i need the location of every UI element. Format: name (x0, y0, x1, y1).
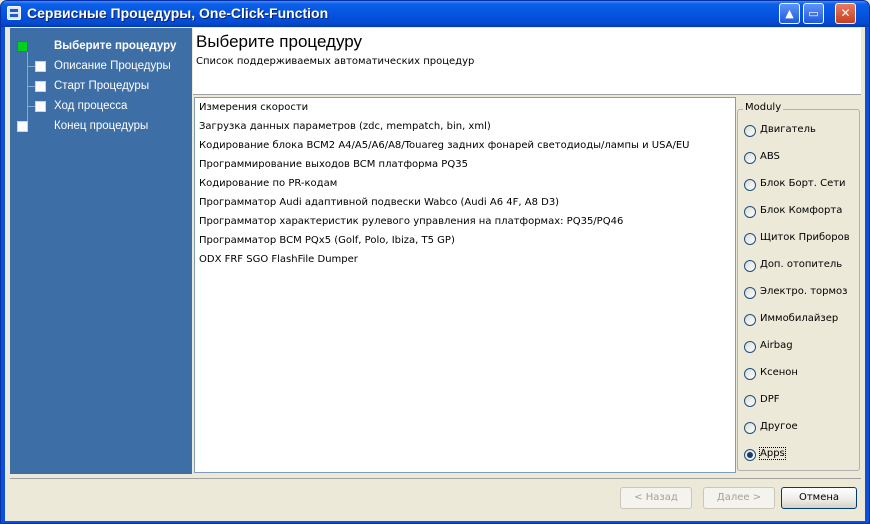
wizard-window: Сервисные Процедуры, One-Click-Function … (0, 0, 870, 524)
step-label: Старт Процедуры (54, 80, 150, 92)
radio-label[interactable]: Двигатель (760, 124, 816, 135)
header-divider (193, 94, 861, 95)
radio-label[interactable]: Другое (760, 421, 798, 432)
moduly-radio[interactable]: DPF (744, 393, 858, 409)
wizard-step: Конец процедуры (10, 117, 192, 137)
procedure-list-item[interactable]: Программатор Audi адаптивной подвески Wa… (199, 197, 559, 215)
radio-label[interactable]: Доп. отопитель (760, 259, 842, 270)
procedure-list-item[interactable]: ODX FRF SGO FlashFile Dumper (199, 254, 358, 272)
moduly-radio[interactable]: Другое (744, 420, 858, 436)
moduly-radio[interactable]: Ксенон (744, 366, 858, 382)
moduly-legend: Moduly (743, 102, 784, 113)
step-connector (27, 106, 35, 107)
radio-label[interactable]: ABS (760, 151, 780, 162)
procedure-list-item[interactable]: Измерения скорости (199, 102, 308, 120)
page-title: Выберите процедуру (196, 32, 363, 51)
radio-label[interactable]: Ксенон (760, 367, 798, 378)
procedure-list-item[interactable]: Загрузка данных параметров (zdc, mempatc… (199, 121, 491, 139)
radio-dot[interactable] (744, 233, 756, 245)
radio-label[interactable]: Иммобилайзер (760, 313, 838, 324)
step-label: Описание Процедуры (54, 60, 171, 72)
moduly-radio[interactable]: Блок Борт. Сети (744, 177, 858, 193)
footer-divider (10, 478, 861, 479)
moduly-group: Moduly Двигатель ABS Блок Борт. Сети Блок К… (737, 102, 860, 471)
radio-label[interactable]: Apps (759, 447, 786, 460)
back-button[interactable]: < Назад (620, 487, 692, 509)
step-connector (27, 86, 35, 87)
procedure-list-item[interactable]: Программирование выходов BCM платформа P… (199, 159, 468, 177)
radio-dot[interactable] (744, 260, 756, 272)
wizard-step: Ход процесса (10, 97, 192, 117)
radio-dot[interactable] (744, 368, 756, 380)
procedure-list-item[interactable]: Кодирование по PR-кодам (199, 178, 337, 196)
step-label: Выберите процедуру (54, 40, 177, 52)
radio-label[interactable]: Airbag (760, 340, 793, 351)
client-area: Выберите процедуру Описание Процедуры Стар… (5, 27, 865, 521)
step-label: Конец процедуры (54, 120, 149, 132)
cancel-button[interactable]: Отмена (781, 487, 857, 509)
window-title: Сервисные Процедуры, One-Click-Function (27, 5, 329, 21)
radio-dot[interactable] (744, 125, 756, 137)
title-bar[interactable]: Сервисные Процедуры, One-Click-Function … (1, 1, 869, 27)
app-icon (7, 6, 21, 20)
radio-dot[interactable] (744, 152, 756, 164)
wizard-step: Выберите процедуру (10, 37, 192, 57)
wizard-header: Выберите процедуру Список поддерживаемых… (193, 28, 861, 94)
radio-label[interactable]: Блок Борт. Сети (760, 178, 846, 189)
step-marker (35, 61, 46, 72)
radio-dot[interactable] (744, 341, 756, 353)
close-button[interactable]: ✕ (835, 3, 856, 24)
step-label: Ход процесса (54, 100, 128, 112)
moduly-radio[interactable]: Щиток Приборов (744, 231, 858, 247)
moduly-radio[interactable]: Блок Комфорта (744, 204, 858, 220)
moduly-radio[interactable]: Электро. тормоз (744, 285, 858, 301)
radio-dot[interactable] (744, 422, 756, 434)
step-connector (27, 66, 35, 67)
step-marker (17, 121, 28, 132)
wizard-step: Описание Процедуры (10, 57, 192, 77)
radio-dot[interactable] (744, 206, 756, 218)
page-subtitle: Список поддерживаемых автоматических про… (196, 56, 475, 67)
moduly-radio[interactable]: Иммобилайзер (744, 312, 858, 328)
procedure-list-item[interactable]: Кодирование блока BCM2 A4/A5/A6/A8/Touar… (199, 140, 689, 158)
radio-dot[interactable] (744, 395, 756, 407)
step-marker (35, 101, 46, 112)
radio-dot[interactable] (744, 287, 756, 299)
moduly-radio[interactable]: Доп. отопитель (744, 258, 858, 274)
radio-label[interactable]: Блок Комфорта (760, 205, 842, 216)
radio-label[interactable]: Электро. тормоз (760, 286, 848, 297)
moduly-radio[interactable]: Airbag (744, 339, 858, 355)
next-button[interactable]: Далее > (703, 487, 775, 509)
maximize-button[interactable]: ▭ (803, 3, 824, 24)
radio-label[interactable]: DPF (760, 394, 779, 405)
radio-dot[interactable] (744, 179, 756, 191)
wizard-step: Старт Процедуры (10, 77, 192, 97)
moduly-radio[interactable]: Apps (744, 447, 858, 463)
procedure-list-item[interactable]: Программатор характеристик рулевого упра… (199, 216, 623, 234)
step-marker (35, 81, 46, 92)
radio-dot[interactable] (744, 314, 756, 326)
procedure-list[interactable]: Измерения скорости Загрузка данных параме… (194, 97, 736, 473)
minimize-button[interactable]: ▲ (779, 3, 800, 24)
moduly-radio[interactable]: ABS (744, 150, 858, 166)
radio-label[interactable]: Щиток Приборов (760, 232, 850, 243)
steps-sidebar: Выберите процедуру Описание Процедуры Стар… (10, 28, 192, 474)
radio-dot[interactable] (744, 449, 756, 461)
moduly-radio[interactable]: Двигатель (744, 123, 858, 139)
active-step-marker (17, 41, 28, 52)
procedure-list-item[interactable]: Программатор BCM PQx5 (Golf, Polo, Ibiza… (199, 235, 455, 253)
